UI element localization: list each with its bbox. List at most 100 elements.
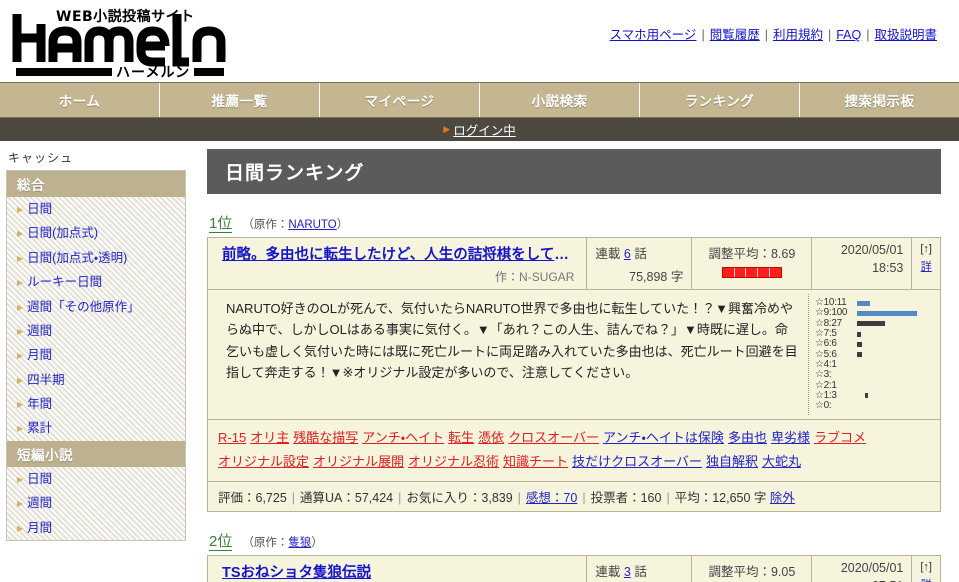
sidebar-item-rookie-daily[interactable]: ▶ ルーキー日間	[7, 270, 185, 294]
score-bar	[721, 267, 782, 278]
tag-list: R-15 オリ主 残酷な描写 アンチ・ヘイト 転生 憑依 クロスオーバー アンチ・ヘイトは保険…	[208, 420, 940, 483]
sidebar-link-label[interactable]: 月間	[27, 521, 52, 535]
original-prefix: （原作：	[242, 537, 289, 550]
author-link[interactable]: N-SUGAR	[519, 270, 574, 284]
tag-item[interactable]: オリジナル設定	[218, 454, 309, 469]
nav-item-home[interactable]: ホーム	[0, 83, 160, 117]
entry-title-cell: 前略。多由也に転生したけど、人生の詰将棋をしてい… 作：N-SUGAR	[208, 238, 588, 289]
triangle-icon: ▶	[443, 124, 451, 134]
nav-item-search-board[interactable]: 捜索掲示板	[800, 83, 959, 117]
tag-item[interactable]: オリジナル忍術	[408, 454, 499, 469]
sidebar-link-label[interactable]: 週間	[27, 324, 52, 338]
sidebar-item-daily-points-transparent[interactable]: ▶ 日間(加点式・透明)	[7, 246, 185, 270]
update-time: 18:53	[872, 261, 904, 275]
site-logo[interactable]: WEB小説投稿サイト ハーメルン	[8, 4, 233, 78]
original-work-link[interactable]: NARUTO	[288, 219, 336, 231]
entry-body-row: NARUTO好きのOLが死んで、気付いたらNARUTO世界で多由也に転生していた…	[208, 290, 940, 421]
tag-item[interactable]: アンチ・ヘイト	[362, 430, 444, 445]
exclude-link[interactable]: 除外	[770, 491, 795, 505]
nav-item-recommendations[interactable]: 推薦一覧	[160, 83, 320, 117]
sidebar-link-label[interactable]: ルーキー日間	[27, 275, 102, 289]
episode-unit: 話	[634, 247, 647, 261]
sidebar-item-cumulative[interactable]: ▶ 累計	[7, 416, 185, 440]
tag-item[interactable]: 残酷な描写	[293, 430, 358, 445]
sidebar-item-monthly[interactable]: ▶ 月間	[7, 343, 185, 367]
stat-average: 平均：12,650 字	[674, 491, 767, 506]
header-link-smartphone[interactable]: スマホ用ページ	[610, 28, 697, 42]
sidebar-item-quarterly[interactable]: ▶ 四半期	[7, 368, 185, 392]
tag-item[interactable]: オリ主	[250, 430, 289, 445]
sidebar-item-short-monthly[interactable]: ▶ 月間	[7, 516, 185, 540]
stat-comments-link[interactable]: 感想：70	[526, 491, 577, 505]
sidebar-group-title-general: 総合	[7, 171, 185, 197]
sidebar-link-label[interactable]: 日間(加点式)	[27, 226, 98, 240]
tag-item[interactable]: クロスオーバー	[508, 430, 599, 445]
sidebar-link-label[interactable]: 週間「その他原作」	[27, 300, 140, 314]
novel-title-link[interactable]: 前略。多由也に転生したけど、人生の詰将棋をしてい…	[216, 243, 578, 264]
sidebar-link-label[interactable]: 四半期	[27, 373, 65, 387]
histogram-bar	[857, 341, 862, 347]
sidebar-item-daily-points[interactable]: ▶ 日間(加点式)	[7, 221, 185, 245]
tag-item[interactable]: 転生	[448, 430, 474, 445]
histogram-label: ☆3:	[815, 369, 832, 381]
triangle-icon: ▶	[17, 326, 24, 336]
header-link-faq[interactable]: FAQ	[836, 28, 861, 42]
main-navigation: ホーム 推薦一覧 マイページ 小説検索 ランキング 捜索掲示板	[0, 82, 959, 118]
original-work-link[interactable]: 隻狼	[288, 537, 311, 549]
tag-item[interactable]: 多由也	[728, 430, 767, 445]
sidebar-item-short-weekly[interactable]: ▶ 週間	[7, 491, 185, 515]
update-date: 2020/05/01	[840, 561, 904, 576]
tag-item[interactable]: 卑劣様	[771, 430, 810, 445]
nav-item-ranking[interactable]: ランキング	[640, 83, 800, 117]
triangle-icon: ▶	[17, 351, 24, 361]
stat-sep: |	[666, 491, 670, 506]
details-link[interactable]: 詳	[921, 261, 932, 273]
sidebar-link-label[interactable]: 週間	[27, 496, 52, 510]
tag-item[interactable]: 大蛇丸	[762, 454, 801, 469]
sidebar-group-title-short: 短編小説	[7, 440, 185, 467]
sidebar-link-label[interactable]: 日間(加点式・透明)	[27, 251, 127, 265]
header-link-manual[interactable]: 取扱説明書	[874, 28, 937, 42]
sidebar-link-label[interactable]: 年間	[27, 397, 52, 411]
sidebar-link-label[interactable]: 日間	[27, 472, 52, 486]
tag-item[interactable]: 憑依	[478, 430, 504, 445]
triangle-icon: ▶	[17, 205, 24, 214]
tag-item[interactable]: 知識チート	[503, 454, 568, 469]
tag-item[interactable]: R-15	[218, 430, 246, 445]
histogram-bar	[857, 321, 885, 327]
nav-item-mypage[interactable]: マイページ	[320, 83, 480, 117]
entry-title-cell: TSおねショタ隻狼伝説 作：陸ボウリョ	[208, 556, 588, 582]
ranking-entry-2: TSおねショタ隻狼伝説 作：陸ボウリョ 連載 3 話 18,234 字 調整平均…	[207, 555, 941, 582]
stat-sep: |	[582, 491, 586, 506]
sidebar-item-short-daily[interactable]: ▶ 日間	[7, 467, 185, 491]
sidebar-link-label[interactable]: 日間	[27, 202, 52, 216]
sidebar-link-label[interactable]: 累計	[27, 421, 52, 435]
episode-unit: 話	[634, 565, 647, 580]
triangle-icon: ▶	[17, 253, 24, 263]
sidebar-item-yearly[interactable]: ▶ 年間	[7, 392, 185, 416]
episode-count-link[interactable]: 6	[624, 247, 631, 261]
sidebar-item-weekly[interactable]: ▶ 週間	[7, 319, 185, 343]
header-link-history[interactable]: 閲覧履歴	[710, 28, 760, 42]
sidebar-link-label[interactable]: 月間	[27, 348, 52, 362]
triangle-icon: ▶	[17, 375, 24, 385]
tag-item[interactable]: ラブコメ	[814, 430, 866, 445]
sidebar-item-daily[interactable]: ▶ 日間	[7, 197, 185, 221]
svg-text:ハーメルン: ハーメルン	[116, 65, 190, 78]
stat-ua: 通算UA：57,424	[300, 491, 394, 506]
tag-item[interactable]: 独自解釈	[706, 454, 758, 469]
triangle-icon: ▶	[17, 278, 24, 288]
novel-title-link[interactable]: TSおねショタ隻狼伝説	[216, 561, 578, 582]
histogram-bar	[857, 331, 861, 337]
entry-actions-cell: [↑] 詳	[912, 238, 940, 289]
histogram-bar	[857, 310, 917, 316]
episode-count-link[interactable]: 3	[624, 565, 631, 579]
nav-item-novel-search[interactable]: 小説検索	[480, 83, 640, 117]
tag-item[interactable]: オリジナル展開	[313, 454, 404, 469]
tag-item[interactable]: 技だけクロスオーバー	[572, 454, 702, 469]
login-status-link[interactable]: ログイン中	[453, 120, 516, 139]
tag-item[interactable]: アンチ・ヘイトは保険	[603, 430, 724, 445]
triangle-icon: ▶	[17, 229, 24, 239]
sidebar-item-weekly-other[interactable]: ▶ 週間「その他原作」	[7, 295, 185, 319]
header-link-terms[interactable]: 利用規約	[773, 28, 823, 42]
